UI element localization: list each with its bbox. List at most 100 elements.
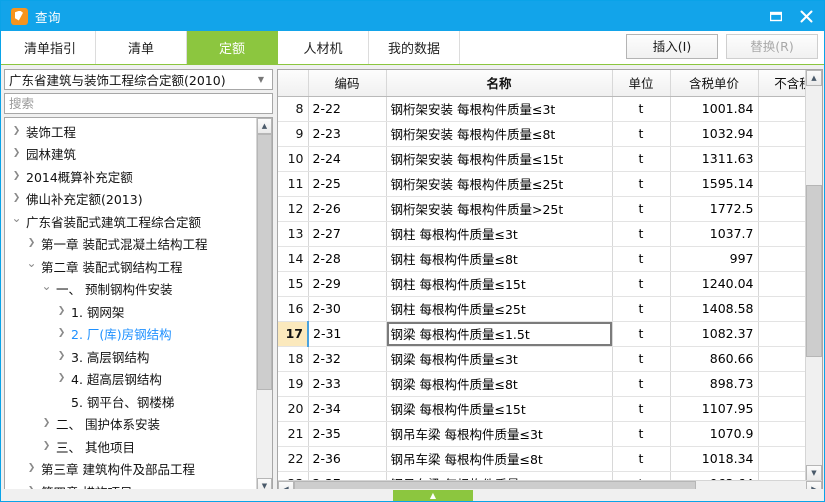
- unit-cell[interactable]: t: [612, 221, 671, 247]
- tree-item[interactable]: ❯ 1. 钢网架: [5, 300, 255, 323]
- name-cell[interactable]: 钢吊车梁 每根构件质量≤8t: [386, 446, 613, 472]
- code-cell[interactable]: 2-29: [308, 271, 387, 297]
- replace-button[interactable]: 替换(R): [726, 34, 818, 59]
- chevron-right-icon[interactable]: ❯: [24, 464, 39, 473]
- unit-cell[interactable]: t: [612, 371, 671, 397]
- unit-cell[interactable]: t: [612, 121, 671, 147]
- table-row[interactable]: 82-22钢桁架安装 每根构件质量≤3tt1001.8492: [278, 96, 822, 122]
- price-with-tax-cell[interactable]: 1772.5: [670, 196, 759, 222]
- tree-item[interactable]: ❯ 3. 高层钢结构: [5, 345, 255, 368]
- name-cell[interactable]: 钢桁架安装 每根构件质量≤8t: [386, 121, 613, 147]
- tree-item[interactable]: ❯ 第一章 装配式混凝土结构工程: [5, 233, 255, 256]
- row-number-cell[interactable]: 16: [278, 296, 309, 322]
- chevron-down-icon[interactable]: ⌄: [9, 212, 24, 224]
- table-row[interactable]: 112-25钢桁架安装 每根构件质量≤25tt1595.1414: [278, 171, 822, 197]
- unit-cell[interactable]: t: [612, 396, 671, 422]
- chevron-right-icon[interactable]: ❯: [9, 194, 24, 203]
- tree-scroll-thumb[interactable]: [257, 134, 272, 390]
- table-row[interactable]: 192-33钢梁 每根构件质量≤8tt898.7383: [278, 371, 822, 397]
- tree-item[interactable]: ⌄ 广东省装配式建筑工程综合定额: [5, 210, 255, 233]
- code-cell[interactable]: 2-30: [308, 296, 387, 322]
- price-with-tax-cell[interactable]: 1311.63: [670, 146, 759, 172]
- chevron-right-icon[interactable]: ❯: [39, 419, 54, 428]
- col-header-price-with-tax[interactable]: 含税单价: [670, 70, 759, 97]
- table-row[interactable]: 182-32钢梁 每根构件质量≤3tt860.6680: [278, 346, 822, 372]
- price-with-tax-cell[interactable]: 1595.14: [670, 171, 759, 197]
- chevron-down-icon[interactable]: ⌄: [39, 280, 54, 292]
- name-cell[interactable]: 钢柱 每根构件质量≤3t: [386, 221, 613, 247]
- tab-rencaiji[interactable]: 人材机: [278, 31, 369, 64]
- tree-item[interactable]: ❯ 第三章 建筑构件及部品工程: [5, 458, 255, 481]
- price-with-tax-cell[interactable]: 1001.84: [670, 96, 759, 122]
- name-cell[interactable]: 钢柱 每根构件质量≤25t: [386, 296, 613, 322]
- chevron-right-icon[interactable]: ❯: [54, 329, 69, 338]
- name-cell[interactable]: 钢桁架安装 每根构件质量≤3t: [386, 96, 613, 122]
- tree-item[interactable]: ❯ 三、 其他项目: [5, 435, 255, 458]
- collapse-panel-toggle[interactable]: ▲: [393, 490, 473, 501]
- tree-vertical-scrollbar[interactable]: ▲ ▼: [256, 118, 272, 494]
- row-number-cell[interactable]: 22: [278, 446, 309, 472]
- code-cell[interactable]: 2-34: [308, 396, 387, 422]
- price-with-tax-cell[interactable]: 1240.04: [670, 271, 759, 297]
- price-with-tax-cell[interactable]: 997: [670, 246, 759, 272]
- name-cell[interactable]: 钢桁架安装 每根构件质量>25t: [386, 196, 613, 222]
- code-cell[interactable]: 2-32: [308, 346, 387, 372]
- chevron-right-icon[interactable]: ❯: [24, 239, 39, 248]
- tree-item[interactable]: 5. 钢平台、钢楼梯: [5, 390, 255, 413]
- tab-dinge[interactable]: 定额: [187, 31, 278, 64]
- row-number-cell[interactable]: 12: [278, 196, 309, 222]
- name-cell[interactable]: 钢梁 每根构件质量≤15t: [386, 396, 613, 422]
- name-cell[interactable]: 钢柱 每根构件质量≤15t: [386, 271, 613, 297]
- chevron-right-icon[interactable]: ❯: [9, 171, 24, 181]
- price-with-tax-cell[interactable]: 1032.94: [670, 121, 759, 147]
- tree-item[interactable]: ❯ 2. 厂(库)房钢结构: [5, 323, 255, 346]
- code-cell[interactable]: 2-33: [308, 371, 387, 397]
- row-number-cell[interactable]: 14: [278, 246, 309, 272]
- tree-item[interactable]: ❯ 佛山补充定额(2013): [5, 188, 255, 211]
- price-with-tax-cell[interactable]: 1070.9: [670, 421, 759, 447]
- scroll-up-icon[interactable]: ▲: [806, 70, 822, 86]
- unit-cell[interactable]: t: [612, 271, 671, 297]
- col-header-index[interactable]: [278, 70, 309, 97]
- row-number-cell[interactable]: 9: [278, 121, 309, 147]
- grid-vertical-scrollbar[interactable]: ▲ ▼: [805, 70, 822, 481]
- unit-cell[interactable]: t: [612, 146, 671, 172]
- price-with-tax-cell[interactable]: 1037.7: [670, 221, 759, 247]
- insert-button[interactable]: 插入(I): [626, 34, 718, 59]
- row-number-cell[interactable]: 8: [278, 96, 309, 122]
- table-row[interactable]: 202-34钢梁 每根构件质量≤15tt1107.95102: [278, 396, 822, 422]
- code-cell[interactable]: 2-24: [308, 146, 387, 172]
- table-row[interactable]: 152-29钢柱 每根构件质量≤15tt1240.04115: [278, 271, 822, 297]
- name-cell[interactable]: 钢吊车梁 每根构件质量≤3t: [386, 421, 613, 447]
- row-number-cell[interactable]: 21: [278, 421, 309, 447]
- unit-cell[interactable]: t: [612, 321, 671, 347]
- table-row[interactable]: 122-26钢桁架安装 每根构件质量>25tt1772.5161: [278, 196, 822, 222]
- chevron-right-icon[interactable]: ❯: [54, 374, 69, 383]
- search-input[interactable]: [5, 94, 272, 113]
- tree-item[interactable]: ⌄ 一、 预制钢构件安装: [5, 278, 255, 301]
- code-cell[interactable]: 2-27: [308, 221, 387, 247]
- row-number-cell[interactable]: 10: [278, 146, 309, 172]
- code-cell[interactable]: 2-28: [308, 246, 387, 272]
- tree-item[interactable]: ⌄ 第二章 装配式钢结构工程: [5, 255, 255, 278]
- chevron-right-icon[interactable]: ❯: [54, 351, 69, 361]
- unit-cell[interactable]: t: [612, 96, 671, 122]
- scroll-down-icon[interactable]: ▼: [806, 465, 822, 481]
- search-box[interactable]: [4, 93, 273, 114]
- row-number-cell[interactable]: 20: [278, 396, 309, 422]
- chevron-right-icon[interactable]: ❯: [39, 441, 54, 451]
- row-number-cell[interactable]: 11: [278, 171, 309, 197]
- tree-item[interactable]: ❯ 4. 超高层钢结构: [5, 368, 255, 391]
- code-cell[interactable]: 2-23: [308, 121, 387, 147]
- table-row[interactable]: 212-35钢吊车梁 每根构件质量≤3tt1070.999: [278, 421, 822, 447]
- tab-qingdan[interactable]: 清单: [96, 31, 187, 64]
- tree-item[interactable]: ❯ 园林建筑: [5, 143, 255, 166]
- row-number-cell[interactable]: 13: [278, 221, 309, 247]
- close-icon[interactable]: [792, 3, 820, 29]
- table-row[interactable]: 162-30钢柱 每根构件质量≤25tt1408.58129: [278, 296, 822, 322]
- price-with-tax-cell[interactable]: 860.66: [670, 346, 759, 372]
- name-cell[interactable]: 钢桁架安装 每根构件质量≤15t: [386, 146, 613, 172]
- code-cell[interactable]: 2-26: [308, 196, 387, 222]
- price-with-tax-cell[interactable]: 1408.58: [670, 296, 759, 322]
- code-cell[interactable]: 2-22: [308, 96, 387, 122]
